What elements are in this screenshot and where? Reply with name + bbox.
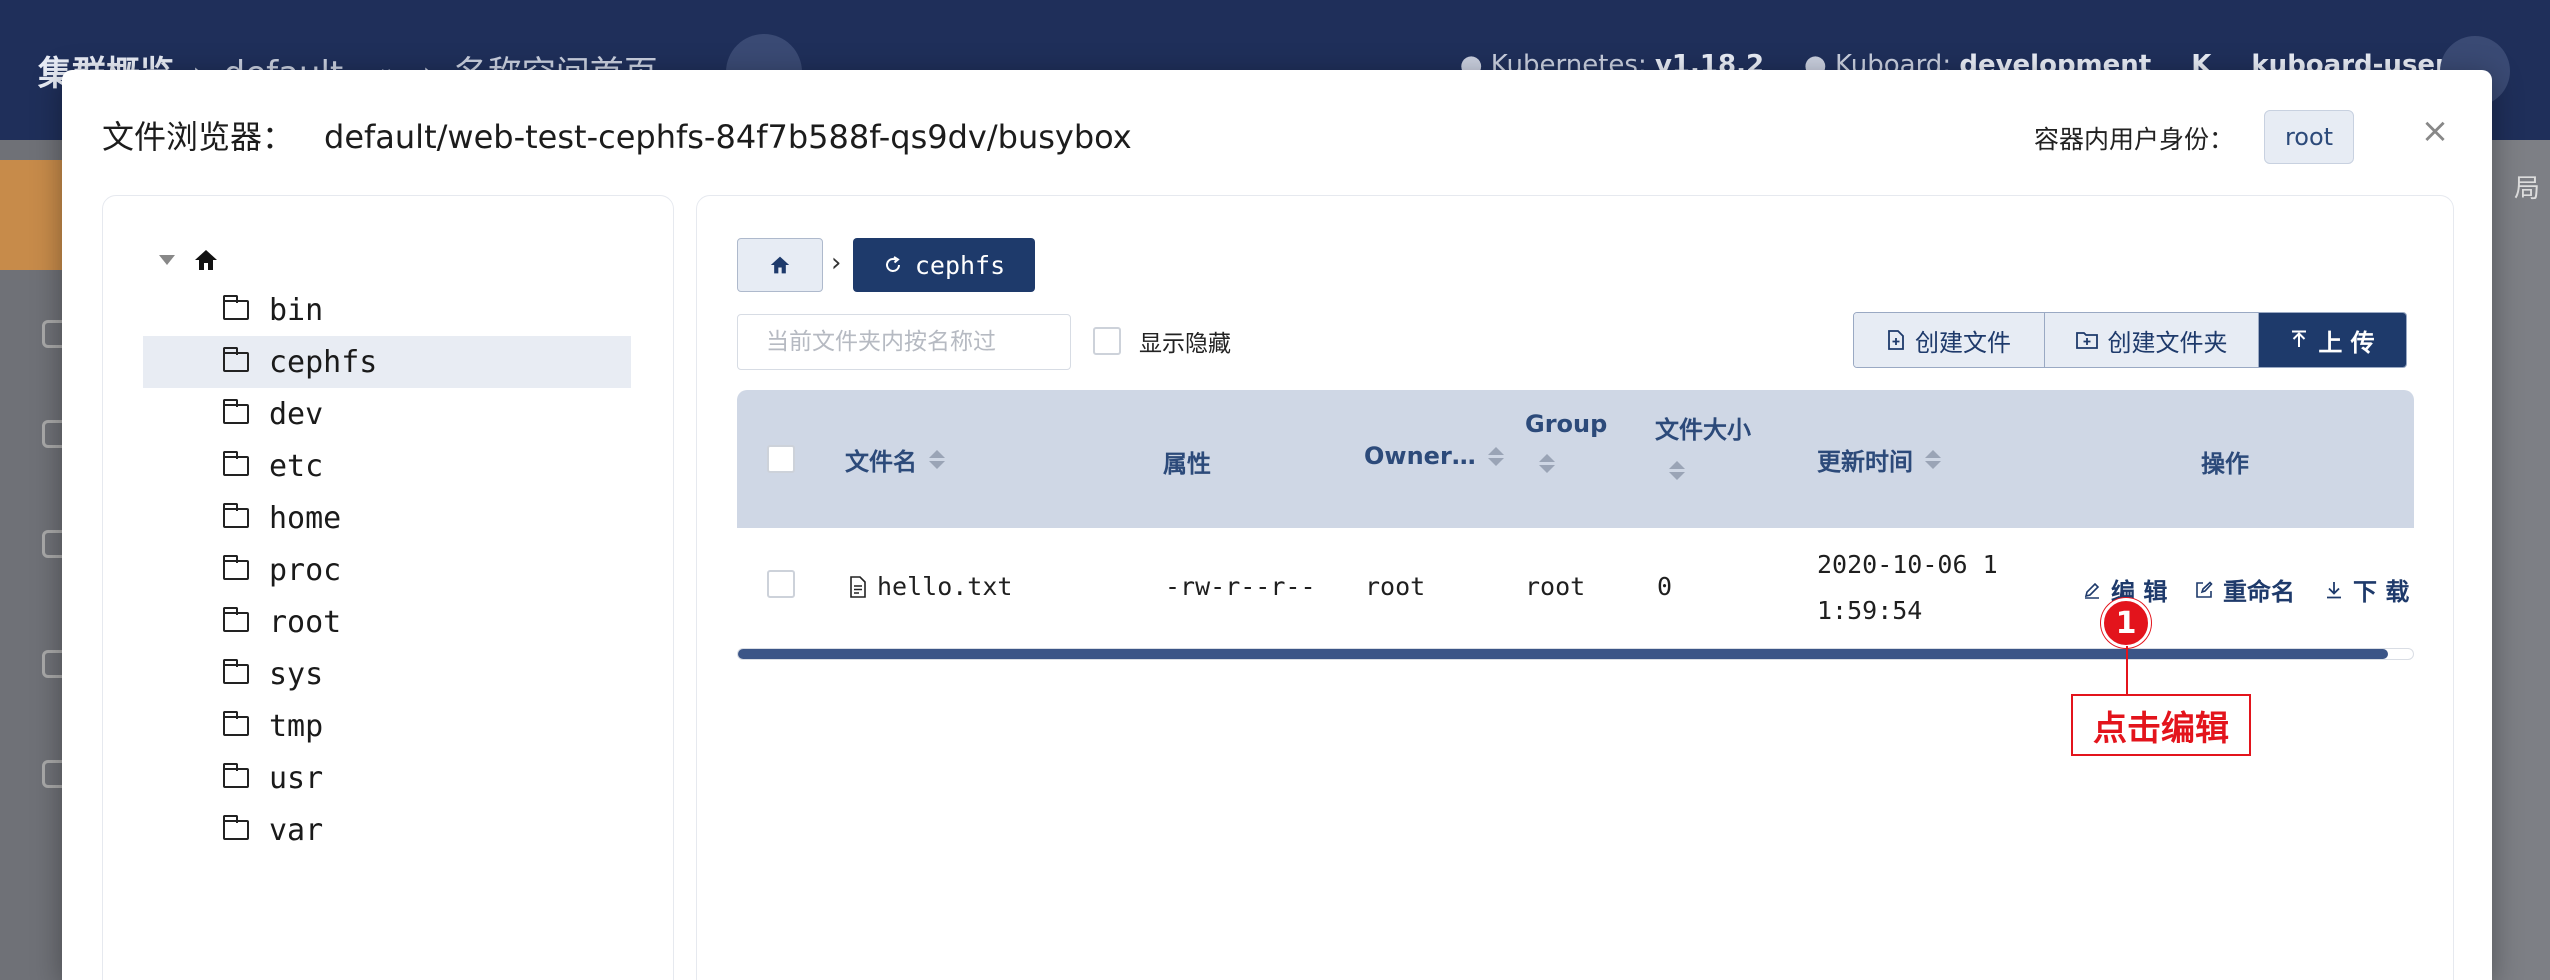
create-folder-button[interactable]: 创建文件夹 bbox=[2044, 313, 2258, 367]
callout-line bbox=[2126, 646, 2128, 696]
folder-icon bbox=[222, 295, 249, 320]
folder-icon bbox=[222, 451, 249, 476]
table-row[interactable]: hello.txt -rw-r--r-- root root 0 2020-10… bbox=[737, 528, 2414, 648]
column-header-owner[interactable]: Owner… bbox=[1364, 442, 1504, 470]
step-marker: 1 bbox=[2101, 598, 2151, 648]
chevron-right-icon: › bbox=[831, 248, 842, 278]
sort-icon[interactable] bbox=[929, 450, 945, 469]
select-all-checkbox[interactable] bbox=[767, 445, 795, 473]
callout-label: 点击编辑 bbox=[2071, 694, 2251, 756]
tree-item-root[interactable]: root bbox=[143, 596, 631, 648]
folder-tree: bin cephfs dev etc home proc root sys tm… bbox=[143, 284, 631, 856]
folder-icon bbox=[222, 815, 249, 840]
column-header-group[interactable]: Group bbox=[1525, 410, 1607, 473]
file-group-cell: root bbox=[1525, 572, 1586, 601]
file-owner-cell: root bbox=[1365, 572, 1426, 601]
caret-down-icon[interactable] bbox=[159, 255, 175, 265]
column-header-mtime[interactable]: 更新时间 bbox=[1817, 442, 1941, 477]
container-user-label: 容器内用户身份： bbox=[2034, 125, 2235, 154]
tree-item-cephfs[interactable]: cephfs bbox=[143, 336, 631, 388]
folder-icon bbox=[222, 555, 249, 580]
download-icon bbox=[2327, 581, 2341, 598]
tree-item-sys[interactable]: sys bbox=[143, 648, 631, 700]
breadcrumb-current-folder[interactable]: cephfs bbox=[853, 238, 1035, 292]
file-mtime-cell: 2020-10-06 1 1:59:54 bbox=[1817, 550, 1998, 625]
folder-icon bbox=[222, 347, 249, 372]
upload-button[interactable]: 上 传 bbox=[2258, 313, 2406, 367]
tree-item-usr[interactable]: usr bbox=[143, 752, 631, 804]
folder-icon bbox=[222, 503, 249, 528]
show-hidden-toggle[interactable]: 显示隐藏 bbox=[1093, 324, 1231, 358]
create-file-button[interactable]: 创建文件 bbox=[1854, 313, 2044, 367]
download-button[interactable]: 下 载 bbox=[2325, 572, 2409, 607]
tree-item-tmp[interactable]: tmp bbox=[143, 700, 631, 752]
show-hidden-checkbox[interactable] bbox=[1093, 327, 1121, 355]
tree-item-home[interactable]: home bbox=[143, 492, 631, 544]
toolbar-buttons: 创建文件 创建文件夹 上 传 bbox=[1853, 312, 2407, 368]
close-icon[interactable]: × bbox=[2414, 110, 2456, 152]
file-text-icon bbox=[850, 575, 866, 598]
dialog-title: 文件浏览器： default/web-test-cephfs-84f7b588f-… bbox=[102, 118, 1132, 156]
file-name-cell[interactable]: hello.txt bbox=[849, 572, 1012, 601]
layout-label: 局 bbox=[2513, 174, 2540, 204]
column-header-size[interactable]: 文件大小 bbox=[1655, 410, 1751, 480]
edit-square-icon bbox=[2196, 580, 2213, 598]
column-header-name[interactable]: 文件名 bbox=[845, 442, 945, 477]
sort-icon[interactable] bbox=[1539, 454, 1555, 473]
tree-root[interactable] bbox=[159, 248, 219, 272]
file-table: 文件名 属性 Owner… Group 文件大小 更新时间 操作 hello.t… bbox=[737, 390, 2414, 648]
tree-item-bin[interactable]: bin bbox=[143, 284, 631, 336]
folder-icon bbox=[222, 763, 249, 788]
breadcrumb-home-button[interactable] bbox=[737, 238, 823, 292]
file-attr-cell: -rw-r--r-- bbox=[1165, 572, 1316, 601]
file-plus-icon bbox=[1888, 330, 1904, 350]
row-checkbox[interactable] bbox=[767, 570, 795, 598]
search-input[interactable] bbox=[737, 314, 1071, 370]
sort-icon[interactable] bbox=[1487, 446, 1504, 466]
home-icon bbox=[195, 250, 217, 270]
upload-icon bbox=[2292, 330, 2307, 347]
folder-icon bbox=[222, 711, 249, 736]
file-list-panel: › cephfs 显示隐藏 创建文件 创建文件夹 上 传 bbox=[696, 195, 2454, 980]
home-icon bbox=[770, 256, 790, 274]
refresh-icon bbox=[885, 256, 900, 272]
pencil-icon bbox=[2084, 582, 2100, 599]
tree-item-dev[interactable]: dev bbox=[143, 388, 631, 440]
sort-icon[interactable] bbox=[1669, 461, 1685, 480]
folder-plus-icon bbox=[2075, 332, 2098, 349]
rename-button[interactable]: 重命名 bbox=[2195, 572, 2295, 607]
table-header: 文件名 属性 Owner… Group 文件大小 更新时间 操作 bbox=[737, 390, 2414, 528]
folder-icon bbox=[222, 607, 249, 632]
tree-item-proc[interactable]: proc bbox=[143, 544, 631, 596]
sidebar-active-item bbox=[0, 160, 62, 270]
sort-icon[interactable] bbox=[1925, 450, 1941, 469]
horizontal-scrollbar[interactable] bbox=[737, 648, 2414, 660]
scrollbar-thumb[interactable] bbox=[738, 649, 2388, 659]
tree-item-var[interactable]: var bbox=[143, 804, 631, 856]
column-header-ops: 操作 bbox=[2201, 450, 2249, 478]
folder-tree-panel: bin cephfs dev etc home proc root sys tm… bbox=[102, 195, 674, 980]
folder-icon bbox=[222, 659, 249, 684]
tree-item-etc[interactable]: etc bbox=[143, 440, 631, 492]
column-header-attr: 属性 bbox=[1163, 450, 1211, 478]
file-size-cell: 0 bbox=[1657, 572, 1673, 601]
folder-icon bbox=[222, 399, 249, 424]
container-user-badge[interactable]: root bbox=[2264, 110, 2354, 164]
container-path: default/web-test-cephfs-84f7b588f-qs9dv/… bbox=[324, 118, 1132, 156]
file-browser-dialog: 文件浏览器： default/web-test-cephfs-84f7b588f-… bbox=[62, 70, 2492, 980]
